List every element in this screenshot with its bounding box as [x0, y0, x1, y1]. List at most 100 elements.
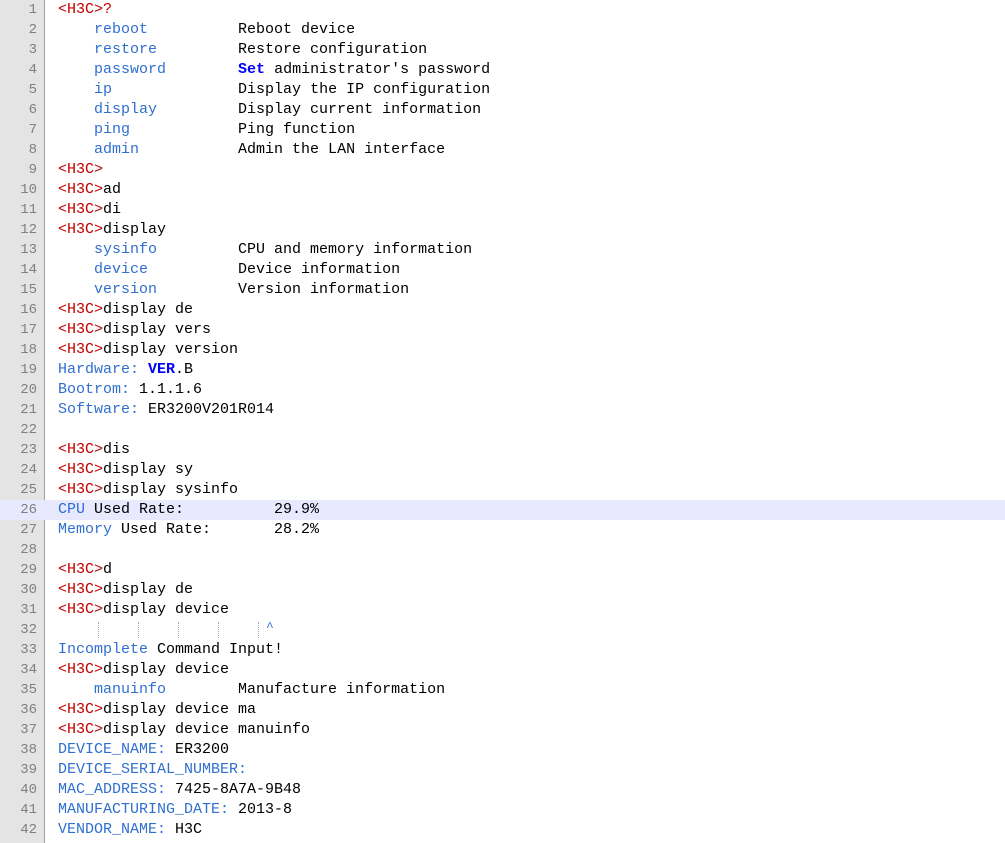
code-line[interactable]: 42 VENDOR_NAME: H3C	[0, 820, 1005, 840]
plain-text: Display current information	[157, 101, 482, 118]
code-line[interactable]: 4 password Set administrator's password	[0, 60, 1005, 80]
plain-text	[58, 21, 94, 38]
code-line[interactable]: 21 Software: ER3200V201R014	[0, 400, 1005, 420]
line-content: Memory Used Rate: 28.2%	[58, 520, 319, 540]
plain-text: Reboot device	[148, 21, 356, 38]
code-line[interactable]: 11 <H3C>di	[0, 200, 1005, 220]
plain-text: Device information	[148, 261, 401, 278]
code-line[interactable]: 24 <H3C>display sy	[0, 460, 1005, 480]
plain-text	[58, 281, 94, 298]
code-line[interactable]: 6 display Display current information	[0, 100, 1005, 120]
code-line[interactable]: 23 <H3C>dis	[0, 440, 1005, 460]
line-number: 13	[20, 242, 37, 258]
code-line[interactable]: 2 reboot Reboot device	[0, 20, 1005, 40]
code-line[interactable]: 33 Incomplete Command Input!	[0, 640, 1005, 660]
prompt-token: <H3C>?	[58, 1, 113, 18]
line-number: 2	[28, 22, 37, 38]
plain-text	[58, 141, 94, 158]
line-content: <H3C>display device ma	[58, 700, 256, 720]
plain-text: Used Rate: 28.2%	[112, 521, 320, 538]
code-line[interactable]: 29 <H3C>d	[0, 560, 1005, 580]
line-content: Hardware: VER.B	[58, 360, 193, 380]
keyword-token: MANUFACTURING_DATE:	[58, 801, 230, 818]
keyword-token: MAC_ADDRESS:	[58, 781, 167, 798]
plain-text	[58, 261, 94, 278]
line-number: 4	[28, 62, 37, 78]
code-line[interactable]: 20 Bootrom: 1.1.1.6	[0, 380, 1005, 400]
code-line[interactable]: 1 <H3C>?	[0, 0, 1005, 20]
line-content: Bootrom: 1.1.1.6	[58, 380, 202, 400]
plain-text: display device	[103, 601, 230, 618]
plain-text: display device ma	[103, 701, 257, 718]
plain-text: .B	[175, 361, 194, 378]
code-line[interactable]: 32 ^	[0, 620, 1005, 640]
code-line[interactable]: 16 <H3C>display de	[0, 300, 1005, 320]
plain-text: Manufacture information	[166, 681, 446, 698]
code-line[interactable]: 14 device Device information	[0, 260, 1005, 280]
line-number: 18	[20, 342, 37, 358]
code-line[interactable]: 3 restore Restore configuration	[0, 40, 1005, 60]
text-editor[interactable]: 1 <H3C>? 2 reboot Reboot device 3 restore R…	[0, 0, 1005, 843]
plain-text: display de	[103, 581, 194, 598]
indent-guide	[138, 622, 139, 638]
line-content: MAC_ADDRESS: 7425-8A7A-9B48	[58, 780, 301, 800]
code-line[interactable]: 28	[0, 540, 1005, 560]
plain-text: ad	[103, 181, 122, 198]
plain-text: d	[103, 561, 113, 578]
plain-text: display sysinfo	[103, 481, 239, 498]
line-number: 8	[28, 142, 37, 158]
code-line[interactable]: 8 admin Admin the LAN interface	[0, 140, 1005, 160]
line-content: <H3C>	[58, 160, 103, 180]
keyword-token: ip	[94, 81, 113, 98]
plain-text: ER3200	[166, 741, 230, 758]
plain-text	[58, 81, 94, 98]
code-line[interactable]: 27 Memory Used Rate: 28.2%	[0, 520, 1005, 540]
line-content: <H3C>ad	[58, 180, 121, 200]
code-line[interactable]: 31 <H3C>display device	[0, 600, 1005, 620]
code-line[interactable]: 18 <H3C>display version	[0, 340, 1005, 360]
plain-text: Command Input!	[148, 641, 284, 658]
prompt-token: <H3C>	[58, 321, 104, 338]
prompt-token: <H3C>	[58, 561, 104, 578]
keyword-token: device	[94, 261, 149, 278]
line-content: restore Restore configuration	[58, 40, 427, 60]
plain-text: display version	[103, 341, 239, 358]
code-line[interactable]: 19 Hardware: VER.B	[0, 360, 1005, 380]
line-number: 14	[20, 262, 37, 278]
code-line[interactable]: 34 <H3C>display device	[0, 660, 1005, 680]
prompt-token: <H3C>	[58, 601, 104, 618]
plain-text: 1.1.1.6	[130, 381, 203, 398]
code-line[interactable]: 17 <H3C>display vers	[0, 320, 1005, 340]
code-line[interactable]: 5 ip Display the IP configuration	[0, 80, 1005, 100]
plain-text	[139, 361, 148, 378]
line-number: 40	[20, 782, 37, 798]
code-line[interactable]: 37 <H3C>display device manuinfo	[0, 720, 1005, 740]
code-line[interactable]: 22	[0, 420, 1005, 440]
plain-text: administrator's password	[265, 61, 491, 78]
code-line[interactable]: 10 <H3C>ad	[0, 180, 1005, 200]
line-content: display Display current information	[58, 100, 481, 120]
line-number: 33	[20, 642, 37, 658]
line-content: <H3C>?	[58, 0, 112, 20]
code-line[interactable]: 15 version Version information	[0, 280, 1005, 300]
code-line[interactable]: 9 <H3C>	[0, 160, 1005, 180]
code-line[interactable]: 36 <H3C>display device ma	[0, 700, 1005, 720]
code-line[interactable]: 13 sysinfo CPU and memory information	[0, 240, 1005, 260]
code-line[interactable]: 41 MANUFACTURING_DATE: 2013-8	[0, 800, 1005, 820]
line-number: 39	[20, 762, 37, 778]
code-line[interactable]: 39 DEVICE_SERIAL_NUMBER:	[0, 760, 1005, 780]
prompt-token: <H3C>	[58, 441, 104, 458]
keyword-token: Bootrom:	[58, 381, 131, 398]
code-line[interactable]: 40 MAC_ADDRESS: 7425-8A7A-9B48	[0, 780, 1005, 800]
code-line[interactable]: 7 ping Ping function	[0, 120, 1005, 140]
keyword-token: ping	[94, 121, 131, 138]
code-line[interactable]: 38 DEVICE_NAME: ER3200	[0, 740, 1005, 760]
code-line[interactable]: 35 manuinfo Manufacture information	[0, 680, 1005, 700]
code-line[interactable]: 26 CPU Used Rate: 29.9%	[0, 500, 1005, 520]
keyword-token: admin	[94, 141, 140, 158]
code-line[interactable]: 12 <H3C>display	[0, 220, 1005, 240]
code-line[interactable]: 25 <H3C>display sysinfo	[0, 480, 1005, 500]
line-number: 34	[20, 662, 37, 678]
code-line[interactable]: 30 <H3C>display de	[0, 580, 1005, 600]
prompt-token: <H3C>	[58, 221, 104, 238]
